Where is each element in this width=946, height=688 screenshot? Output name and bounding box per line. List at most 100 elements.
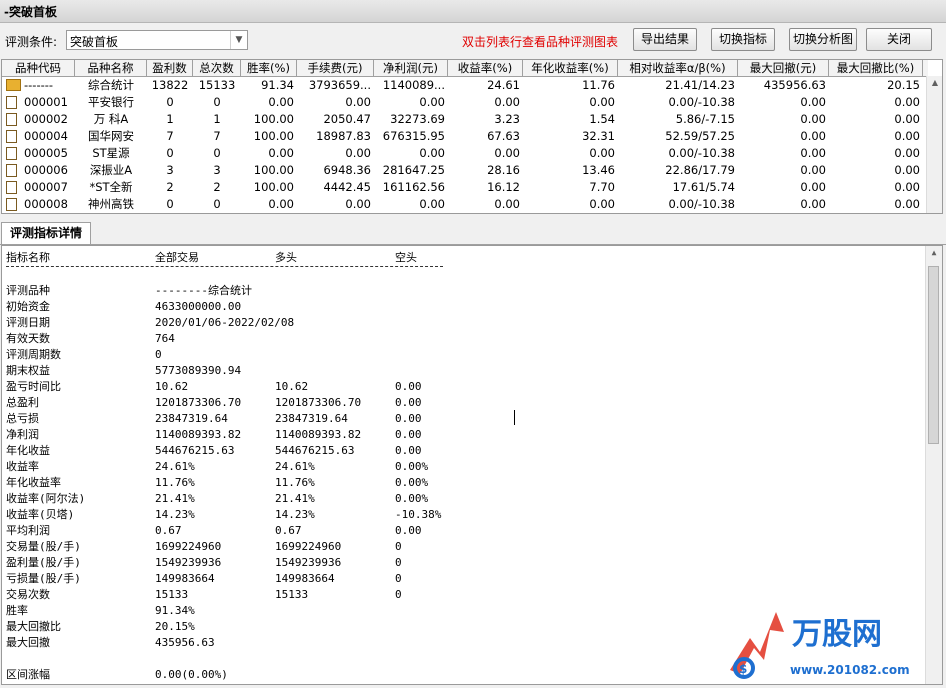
total-cell: 2 bbox=[213, 180, 221, 194]
close-button[interactable]: 关闭 bbox=[866, 28, 932, 51]
profit-cell: 0.00 bbox=[419, 95, 445, 109]
export-button[interactable]: 导出结果 bbox=[633, 28, 697, 51]
hint-text: 双击列表行查看品种评测图表 bbox=[462, 35, 619, 49]
annual-cell: 0.00 bbox=[589, 197, 615, 211]
name-cell: *ST全新 bbox=[89, 180, 133, 194]
rate-cell: 100.00 bbox=[253, 180, 294, 194]
detail-short: 0.00 bbox=[395, 444, 422, 457]
detail-short: 0.00 bbox=[395, 380, 422, 393]
table-row[interactable]: 000007 *ST全新 2 2 100.00 4442.45 161162.56 16.12… bbox=[2, 179, 928, 196]
detail-row: 交易量(股/手) 1699224960 1699224960 0 bbox=[6, 539, 706, 555]
column-header[interactable]: 品种代码 bbox=[2, 60, 75, 76]
total-cell: 0 bbox=[213, 95, 221, 109]
ab-cell: 21.41/14.23 bbox=[665, 78, 735, 92]
ddr-cell: 0.00 bbox=[894, 112, 920, 126]
ddr-cell: 20.15 bbox=[887, 78, 920, 92]
scroll-thumb[interactable] bbox=[928, 266, 939, 444]
scroll-up-icon[interactable]: ▲ bbox=[927, 78, 942, 87]
ab-cell: 0.00/-10.38 bbox=[668, 95, 735, 109]
table-row[interactable]: ------- 综合统计 13822 15133 91.34 3793659... 1140… bbox=[2, 77, 928, 94]
brand-watermark: $ 万股网 www.201082.com bbox=[730, 612, 910, 679]
fee-cell: 6948.36 bbox=[323, 163, 371, 177]
detail-short: 0 bbox=[395, 556, 402, 569]
table-row[interactable]: 000001 平安银行 0 0 0.00 0.00 0.00 0.00 0.00 0.00/-10… bbox=[2, 94, 928, 111]
code-text: 000008 bbox=[24, 197, 68, 211]
column-header[interactable]: 最大回撤(元) bbox=[738, 60, 829, 76]
detail-row: 最大回撤比 20.15% bbox=[6, 619, 706, 635]
column-header[interactable]: 收益率(%) bbox=[448, 60, 523, 76]
table-row[interactable]: 000005 ST星源 0 0 0.00 0.00 0.00 0.00 0.00 0.00/-10… bbox=[2, 145, 928, 162]
ab-cell: 52.59/57.25 bbox=[665, 129, 735, 143]
file-icon bbox=[6, 198, 17, 211]
fee-cell: 4442.45 bbox=[323, 180, 371, 194]
switch-indicator-button[interactable]: 切换指标 bbox=[711, 28, 775, 51]
profit-cell: 281647.25 bbox=[382, 163, 445, 177]
detail-row: 年化收益 544676215.63 544676215.63 0.00 bbox=[6, 443, 706, 459]
code-text: ------- bbox=[24, 78, 54, 92]
tab-detail[interactable]: 评测指标详情 bbox=[1, 222, 91, 244]
detail-all: 10.62 bbox=[155, 380, 189, 393]
detail-name: 亏损量(股/手) bbox=[6, 572, 81, 585]
code-cell: 000004 bbox=[2, 128, 75, 145]
detail-all: --------综合统计 bbox=[155, 284, 252, 297]
condition-select[interactable]: 突破首板 ▼ bbox=[66, 30, 248, 50]
detail-short: 0 bbox=[395, 588, 402, 601]
rate-cell: 100.00 bbox=[253, 112, 294, 126]
dd-cell: 0.00 bbox=[800, 197, 826, 211]
chevron-down-icon[interactable]: ▼ bbox=[230, 31, 247, 49]
win-cell: 1 bbox=[166, 112, 174, 126]
name-cell: 平安银行 bbox=[88, 95, 134, 109]
column-header[interactable]: 相对收益率α/β(%) bbox=[618, 60, 738, 76]
detail-name: 总亏损 bbox=[6, 412, 39, 425]
table-row[interactable]: 000002 万 科A 1 1 100.00 2050.47 32273.69 3.23 1.5… bbox=[2, 111, 928, 128]
fee-cell: 0.00 bbox=[345, 146, 371, 160]
scroll-up-icon[interactable]: ▲ bbox=[926, 248, 942, 257]
column-header[interactable]: 品种名称 bbox=[75, 60, 147, 76]
detail-all: 24.61% bbox=[155, 460, 195, 473]
detail-name: 最大回撤 bbox=[6, 636, 50, 649]
rate-cell: 100.00 bbox=[253, 163, 294, 177]
ddr-cell: 0.00 bbox=[894, 95, 920, 109]
detail-row: 交易次数 15133 15133 0 bbox=[6, 587, 706, 603]
column-header[interactable]: 年化收益率(%) bbox=[523, 60, 618, 76]
detail-short: 0.00 bbox=[395, 428, 422, 441]
name-cell: 深振业A bbox=[89, 163, 133, 177]
detail-row: 评测周期数 0 bbox=[6, 347, 706, 363]
switch-chart-button[interactable]: 切换分析图 bbox=[789, 28, 857, 51]
column-header[interactable]: 手续费(元) bbox=[297, 60, 374, 76]
code-cell: 000005 bbox=[2, 145, 75, 162]
detail-all: 4633000000.00 bbox=[155, 300, 242, 313]
table-row[interactable]: 000004 国华网安 7 7 100.00 18987.83 676315.95 67.63… bbox=[2, 128, 928, 145]
table-row[interactable]: 000008 神州高铁 0 0 0.00 0.00 0.00 0.00 0.00 0.00/-10… bbox=[2, 196, 928, 213]
rate-cell: 100.00 bbox=[253, 129, 294, 143]
svg-text:$: $ bbox=[739, 662, 747, 676]
detail-row: 净利润 1140089393.82 1140089393.82 0.00 bbox=[6, 427, 706, 443]
detail-row: 区间涨幅 0.00(0.00%) bbox=[6, 667, 706, 683]
dd-cell: 0.00 bbox=[800, 163, 826, 177]
column-header[interactable]: 胜率(%) bbox=[241, 60, 297, 76]
column-header[interactable]: 净利润(元) bbox=[374, 60, 448, 76]
ret-cell: 0.00 bbox=[494, 146, 520, 160]
detail-short: 0.00 bbox=[395, 412, 422, 425]
table-row[interactable]: 000006 深振业A 3 3 100.00 6948.36 281647.25 28.16 1… bbox=[2, 162, 928, 179]
ret-cell: 24.61 bbox=[487, 78, 520, 92]
name-cell: 国华网安 bbox=[88, 129, 134, 143]
ret-cell: 28.16 bbox=[487, 163, 520, 177]
total-cell: 1 bbox=[213, 112, 221, 126]
rate-cell: 0.00 bbox=[268, 95, 294, 109]
rate-cell: 0.00 bbox=[268, 146, 294, 160]
code-text: 000006 bbox=[24, 163, 68, 177]
fee-cell: 18987.83 bbox=[316, 129, 371, 143]
column-header[interactable]: 最大回撤比(%) bbox=[829, 60, 923, 76]
detail-row: 初始资金 4633000000.00 bbox=[6, 299, 706, 315]
detail-header-short: 空头 bbox=[395, 251, 417, 264]
column-header[interactable]: 总次数 bbox=[193, 60, 241, 76]
column-header[interactable]: 盈利数 bbox=[147, 60, 193, 76]
ret-cell: 67.63 bbox=[487, 129, 520, 143]
toolbar: 评测条件: 突破首板 ▼ 双击列表行查看品种评测图表 导出结果 切换指标 切换分… bbox=[0, 23, 946, 57]
table-scrollbar[interactable]: ▲ bbox=[926, 76, 942, 213]
ab-cell: 22.86/17.79 bbox=[665, 163, 735, 177]
total-cell: 0 bbox=[213, 197, 221, 211]
condition-label: 评测条件: bbox=[5, 35, 58, 49]
detail-row bbox=[6, 651, 706, 667]
